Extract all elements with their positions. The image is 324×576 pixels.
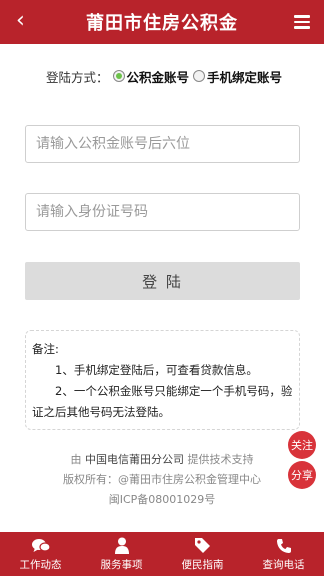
back-icon[interactable]: ‹ [16,8,25,34]
tab-label: 查询电话 [262,558,305,571]
tech-provider: 中国电信莆田分公司 [85,453,184,466]
tab-label: 便民指南 [181,558,224,571]
notes-box: 备注: 1、手机绑定登陆后，可查看贷款信息。 2、一个公积金账号只能绑定一个手机… [25,330,300,430]
tab-guide[interactable]: 便民指南 [162,532,243,576]
follow-button[interactable]: 关注 [288,431,316,459]
person-icon [114,537,130,555]
radio-phone[interactable] [193,70,206,82]
option-account-label[interactable]: 公积金账号 [127,67,190,86]
tech-support-suffix: 提供技术支持 [187,453,254,466]
copyright: 版权所有：@莆田市住房公积金管理中心 [63,473,261,486]
login-type-label: 登陆方式： [46,69,109,85]
tech-support-prefix: 由 [70,453,82,466]
login-type-selector: 登陆方式： 公积金账号 手机绑定账号 [46,67,282,85]
option-phone-label[interactable]: 手机绑定账号 [207,67,282,86]
bottom-tab-bar: 工作动态 服务事项 便民指南 查询电话 [0,532,324,576]
chat-icon [31,537,51,555]
note-line-2: 2、一个公积金账号只能绑定一个手机号码，验证之后其他号码无法登陆。 [32,384,293,419]
page-title: 莆田市住房公积金 [86,13,238,34]
note-line-1: 1、手机绑定登陆后，可查看贷款信息。 [55,363,258,377]
tab-services[interactable]: 服务事项 [81,532,162,576]
tab-phone[interactable]: 查询电话 [243,532,324,576]
id-number-input[interactable] [25,193,300,231]
tag-icon [194,537,211,555]
share-button[interactable]: 分享 [288,461,316,489]
icp-number[interactable]: 闽ICP备08001029号 [0,490,324,510]
footer: 由 中国电信莆田分公司 提供技术支持 版权所有：@莆田市住房公积金管理中心 闽I… [0,450,324,510]
menu-icon[interactable] [294,15,310,29]
account-input[interactable] [25,125,300,163]
phone-icon [276,537,292,555]
tab-label: 工作动态 [19,558,62,571]
tech-support-line: 由 中国电信莆田分公司 提供技术支持 [0,450,324,470]
app-header: ‹ 莆田市住房公积金 [0,0,324,44]
tab-label: 服务事项 [100,558,143,571]
login-button[interactable]: 登 陆 [25,262,300,300]
tab-work-news[interactable]: 工作动态 [0,532,81,576]
notes-title: 备注: [32,342,59,356]
radio-account[interactable] [112,70,125,82]
